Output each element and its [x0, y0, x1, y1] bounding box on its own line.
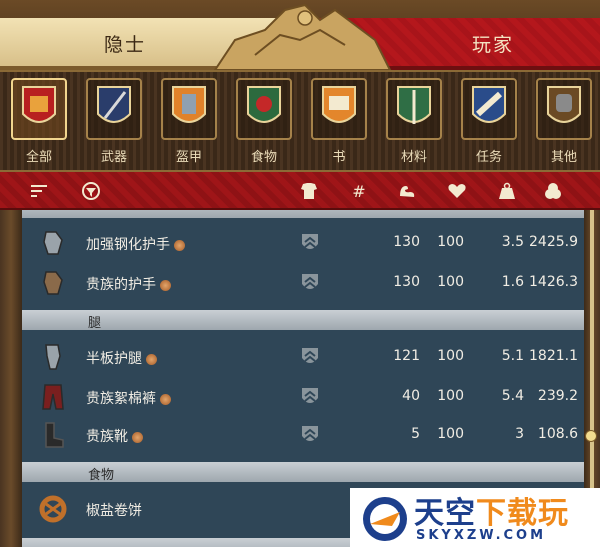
category-label: 材料: [400, 150, 427, 165]
section-header-partial: [22, 210, 584, 218]
item-condition: 100: [437, 274, 464, 290]
category-label: 食物: [250, 150, 277, 165]
category-materials[interactable]: 材料: [381, 72, 447, 172]
item-name: 半板护腿: [86, 348, 157, 368]
item-weight: 1.6: [501, 274, 524, 290]
armor-tier-icon: [302, 234, 318, 249]
item-armor-value: 130: [393, 274, 420, 290]
item-name: 贵族的护手: [86, 274, 171, 294]
category-label: 其他: [550, 150, 577, 165]
armor-tier-icon: [302, 388, 318, 403]
item-name: 贵族靴: [86, 426, 143, 446]
gauntlet-icon: [43, 271, 63, 295]
category-food[interactable]: 食物: [231, 72, 297, 172]
svg-text:#: #: [352, 182, 365, 201]
site-watermark: 天空下载玩 SKYXZW.COM: [350, 488, 600, 547]
item-price: 239.2: [537, 388, 578, 404]
category-bar: 全部 武器 盔甲 食物 书 材料 任务 其他: [0, 70, 600, 172]
item-armor-value: 121: [393, 348, 420, 364]
pretzel-icon: [39, 495, 67, 523]
pants-icon: [42, 384, 64, 410]
strength-icon[interactable]: [396, 180, 418, 202]
item-condition: 100: [437, 348, 464, 364]
item-condition: 100: [437, 388, 464, 404]
item-armor-value: 5: [411, 426, 420, 442]
category-quests[interactable]: 任务: [456, 72, 522, 172]
book-icon: [322, 86, 356, 123]
stolen-coin-icon: [174, 239, 185, 251]
table-row[interactable]: 贵族的护手 130 100 1.6 1426.3: [22, 264, 584, 302]
item-condition: 100: [437, 234, 464, 250]
category-other[interactable]: 其他: [531, 72, 597, 172]
header: 隐士 玩家: [0, 0, 600, 80]
category-label: 任务: [475, 150, 502, 165]
quantity-icon[interactable]: #: [348, 180, 370, 202]
scrollbar-thumb[interactable]: [585, 430, 597, 442]
condition-icon[interactable]: [446, 180, 468, 202]
category-all[interactable]: 全部: [6, 72, 72, 172]
category-label: 全部: [25, 150, 52, 165]
column-header-bar: #: [0, 172, 600, 210]
item-weight: 3.5: [501, 234, 524, 250]
material-icon: [397, 86, 431, 124]
item-weight: 3: [515, 426, 524, 442]
category-label: 书: [332, 150, 346, 165]
category-books[interactable]: 书: [306, 72, 372, 172]
section-title: 食物: [88, 468, 115, 483]
watermark-title: 天空下载玩: [414, 496, 569, 531]
tab-player-label: 玩家: [472, 34, 515, 56]
gauntlet-icon: [43, 231, 63, 255]
weight-icon[interactable]: [496, 180, 518, 202]
item-weight: 5.4: [501, 388, 524, 404]
leg-armor-icon: [45, 344, 61, 370]
category-weapons[interactable]: 武器: [81, 72, 147, 172]
armor-tier-icon: [302, 348, 318, 363]
armor-type-icon[interactable]: [298, 180, 320, 202]
other-icon: [547, 86, 581, 123]
food-icon: [247, 86, 281, 123]
armor-icon: [172, 86, 206, 123]
item-armor-value: 130: [393, 234, 420, 250]
stolen-coin-icon: [132, 431, 143, 443]
table-row[interactable]: 贵族絮棉裤 40 100 5.4 239.2: [22, 378, 584, 416]
horse-knight-crest-icon: [213, 3, 392, 70]
item-price: 2425.9: [529, 234, 578, 250]
all-items-icon: [22, 86, 56, 123]
item-name: 椒盐卷饼: [86, 503, 142, 519]
item-condition: 100: [437, 426, 464, 442]
item-armor-value: 40: [402, 388, 420, 404]
table-row[interactable]: 加强钢化护手 130 100 3.5 2425.9: [22, 224, 584, 262]
price-icon[interactable]: [542, 180, 564, 202]
sort-icon[interactable]: [28, 180, 50, 202]
filter-icon[interactable]: [80, 180, 102, 202]
item-price: 1821.1: [529, 348, 578, 364]
item-name: 加强钢化护手: [86, 234, 185, 254]
tab-hermit-label: 隐士: [104, 34, 147, 56]
site-logo-icon: [363, 497, 407, 541]
stolen-coin-icon: [160, 279, 171, 291]
category-armor[interactable]: 盔甲: [156, 72, 222, 172]
stolen-coin-icon: [160, 393, 171, 405]
armor-tier-icon: [302, 426, 318, 441]
watermark-url: SKYXZW.COM: [416, 528, 547, 543]
section-header-legs: 腿: [22, 310, 584, 331]
category-label: 武器: [100, 150, 127, 165]
item-name: 贵族絮棉裤: [86, 388, 171, 408]
quest-icon: [472, 86, 506, 123]
stolen-coin-icon: [146, 353, 157, 365]
section-title: 腿: [88, 316, 102, 331]
boots-icon: [45, 422, 64, 448]
item-price: 1426.3: [529, 274, 578, 290]
panel-border-left: [0, 210, 22, 547]
section-header-food: 食物: [22, 462, 584, 483]
weapon-icon: [97, 86, 131, 123]
category-label: 盔甲: [175, 150, 202, 165]
item-weight: 5.1: [501, 348, 524, 364]
table-row[interactable]: 贵族靴 5 100 3 108.6: [22, 416, 584, 454]
armor-tier-icon: [302, 274, 318, 289]
table-row[interactable]: 半板护腿 121 100 5.1 1821.1: [22, 338, 584, 376]
item-price: 108.6: [537, 426, 578, 442]
